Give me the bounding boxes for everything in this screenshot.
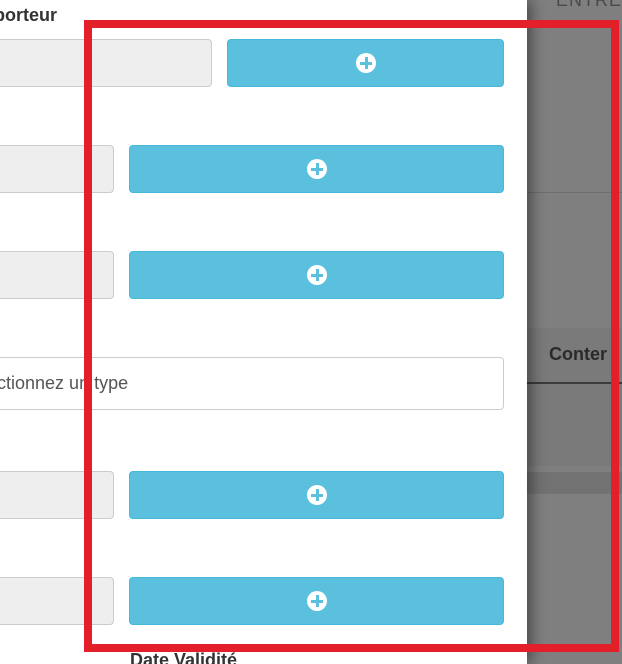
date-validite-label: Date Validité bbox=[130, 650, 238, 664]
add-button-row-3[interactable] bbox=[129, 251, 504, 299]
plus-circle-icon bbox=[355, 53, 376, 73]
field-row-5[interactable] bbox=[0, 577, 114, 625]
backdrop-tab-underline bbox=[527, 382, 622, 384]
field-row-2[interactable] bbox=[0, 145, 114, 193]
backdrop-tab-content[interactable]: Conter bbox=[549, 344, 607, 365]
field-row-4[interactable] bbox=[0, 471, 114, 519]
plus-circle-icon bbox=[306, 591, 327, 611]
plus-circle-icon bbox=[306, 485, 327, 505]
porteur-field[interactable] bbox=[0, 39, 212, 87]
plus-circle-icon bbox=[306, 159, 327, 179]
add-button-row-5[interactable] bbox=[129, 577, 504, 625]
porteur-label: porteur bbox=[0, 5, 57, 25]
backdrop-divider bbox=[527, 192, 622, 193]
modal-form: porteur ectionnez un type Date Validité bbox=[0, 0, 527, 664]
plus-circle-icon bbox=[306, 265, 327, 285]
add-porteur-button[interactable] bbox=[227, 39, 504, 87]
add-button-row-2[interactable] bbox=[129, 145, 504, 193]
type-select-value: ectionnez un type bbox=[0, 373, 129, 393]
add-button-row-4[interactable] bbox=[129, 471, 504, 519]
type-select[interactable]: ectionnez un type bbox=[0, 357, 504, 410]
field-row-3[interactable] bbox=[0, 251, 114, 299]
backdrop-band bbox=[527, 472, 622, 494]
backdrop-heading: ENTRE bbox=[556, 0, 622, 10]
